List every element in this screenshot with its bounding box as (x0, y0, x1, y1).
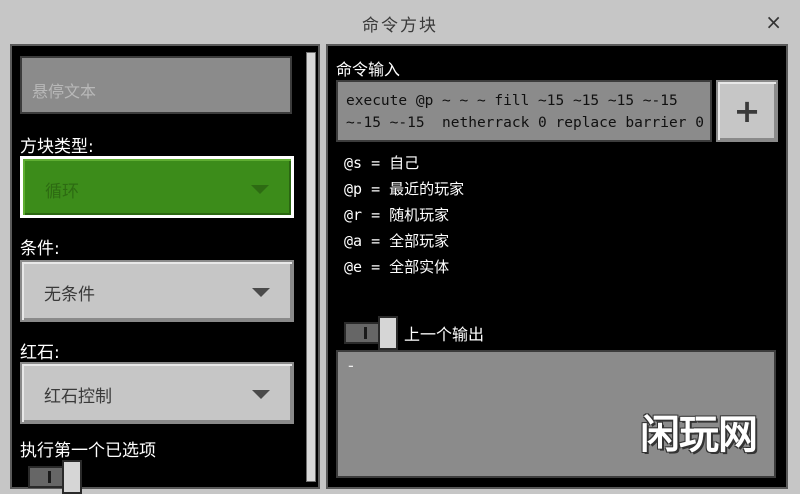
chevron-down-icon (251, 185, 269, 194)
block-type-label: 方块类型: (20, 137, 94, 157)
command-input[interactable]: execute @p ~ ~ ~ fill ~15 ~15 ~15 ~-15 ~-… (336, 80, 712, 142)
condition-dropdown[interactable]: 无条件 (20, 260, 294, 322)
toggle-knob[interactable] (378, 316, 398, 350)
redstone-label: 红石: (20, 343, 60, 363)
selector-item: @r = 随机玩家 (344, 206, 450, 224)
redstone-value: 红石控制 (44, 387, 112, 407)
command-input-label: 命令输入 (336, 60, 401, 79)
previous-output-toggle[interactable] (344, 316, 398, 350)
watermark-logo: 闲玩网 (640, 412, 758, 458)
left-settings-panel: 悬停文本 方块类型: 循环 条件: 无条件 红石: 红石控制 执行第一个已选项 (10, 44, 320, 494)
toggle-mark (48, 471, 51, 483)
chevron-down-icon (252, 288, 270, 297)
hover-text-input[interactable]: 悬停文本 (20, 56, 292, 114)
condition-value: 无条件 (44, 285, 95, 305)
condition-label: 条件: (20, 239, 60, 259)
execute-first-toggle[interactable] (28, 460, 82, 494)
selector-help-list: @s = 自己 @p = 最近的玩家 @r = 随机玩家 @a = 全部玩家 @… (344, 150, 464, 280)
command-line-2: ~-15 ~-15 netherrack 0 replace barrier 0 (346, 115, 704, 131)
close-icon[interactable]: × (765, 10, 782, 34)
redstone-dropdown[interactable]: 红石控制 (20, 362, 294, 424)
add-button[interactable]: + (716, 80, 778, 142)
previous-output-label: 上一个输出 (404, 325, 485, 344)
selector-item: @p = 最近的玩家 (344, 180, 465, 198)
plus-icon: + (733, 92, 761, 130)
selector-item: @e = 全部实体 (344, 258, 450, 276)
window-title: 命令方块 (362, 16, 438, 36)
block-type-dropdown[interactable]: 循环 (20, 156, 294, 218)
chevron-down-icon (252, 390, 270, 399)
scrollbar-thumb[interactable] (306, 52, 316, 482)
toggle-mark (364, 327, 367, 339)
scrollbar-track[interactable] (306, 52, 316, 482)
command-line-1: execute @p ~ ~ ~ fill ~15 ~15 ~15 ~-15 (346, 93, 678, 109)
selector-item: @a = 全部玩家 (344, 232, 450, 250)
selector-item: @s = 自己 (344, 154, 420, 172)
block-type-value: 循环 (45, 182, 79, 202)
title-bar: 命令方块 × (0, 0, 800, 44)
execute-first-label: 执行第一个已选项 (20, 441, 156, 461)
